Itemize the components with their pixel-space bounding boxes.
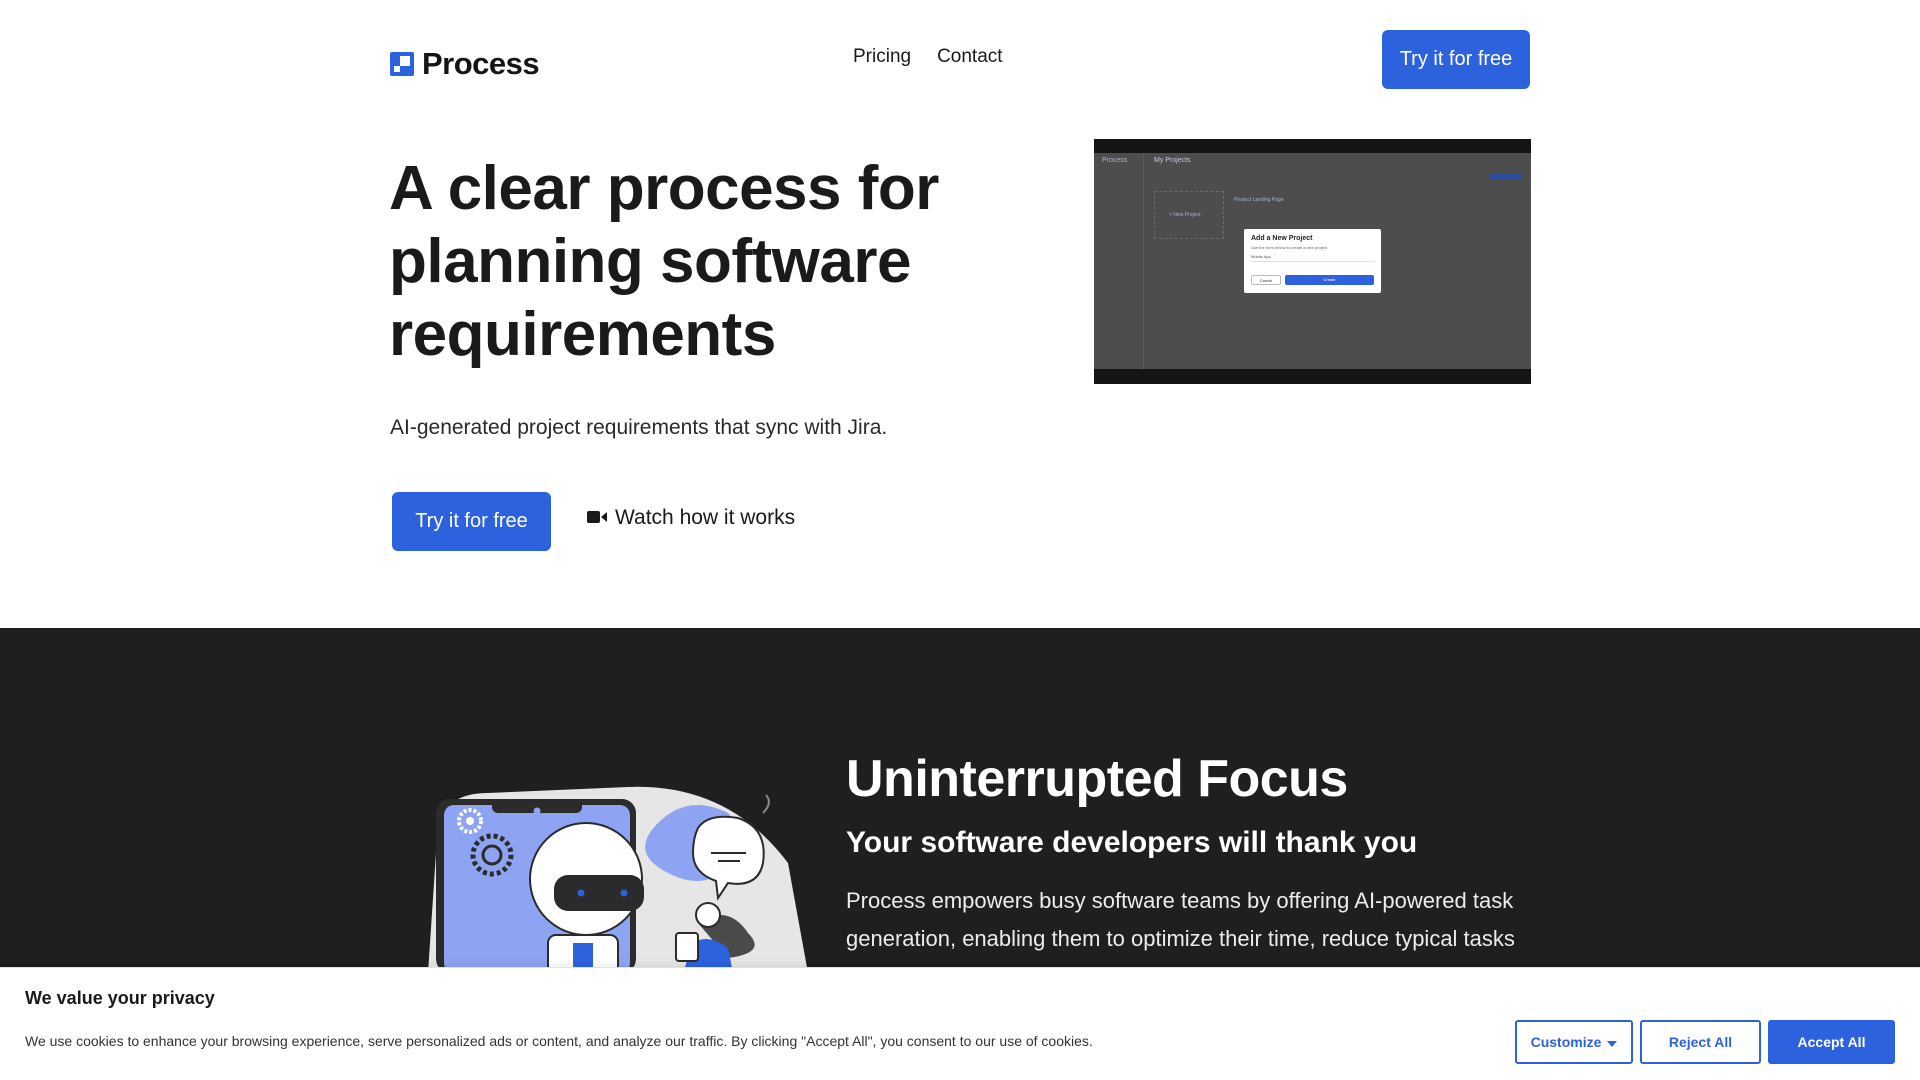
- video-modal: Add a New Project Use the form below to …: [1244, 229, 1381, 293]
- reject-all-button[interactable]: Reject All: [1640, 1020, 1761, 1064]
- accept-all-button[interactable]: Accept All: [1768, 1020, 1895, 1064]
- cookie-title: We value your privacy: [25, 988, 215, 1008]
- video-header-button: [1490, 173, 1522, 180]
- video-new-project-card: + New Project: [1154, 191, 1224, 239]
- watch-label: Watch how it works: [615, 506, 796, 529]
- robot-illustration: [428, 783, 808, 976]
- site-header: Process Pricing Contact Try it for free: [0, 0, 1920, 120]
- video-camera-icon: [587, 506, 607, 530]
- cookie-text: We use cookies to enhance your browsing …: [25, 1033, 1093, 1049]
- hero-title: A clear process for planning software re…: [389, 154, 939, 369]
- logo-icon: [390, 52, 414, 76]
- nav-link-contact[interactable]: Contact: [937, 46, 1002, 68]
- logo-text: Process: [422, 46, 540, 81]
- feature-subtitle: Your software developers will thank you: [846, 826, 1418, 859]
- header-try-free-button[interactable]: Try it for free: [1382, 30, 1530, 89]
- feature-title: Uninterrupted Focus: [846, 750, 1348, 808]
- video-frame: Process My Projects + New Project Produc…: [1094, 153, 1531, 369]
- hero-try-free-button[interactable]: Try it for free: [392, 492, 551, 551]
- customize-label: Customize: [1530, 1034, 1602, 1050]
- modal-cancel-button: Cancel: [1251, 275, 1281, 285]
- logo[interactable]: Process: [390, 46, 540, 82]
- cookie-banner: We value your privacy We use cookies to …: [0, 967, 1920, 1080]
- watch-video-link[interactable]: Watch how it works: [587, 506, 795, 530]
- video-app-name: Process: [1102, 157, 1128, 164]
- caret-down-icon: [1607, 1034, 1618, 1050]
- video-page-title: My Projects: [1154, 157, 1191, 164]
- customize-button[interactable]: Customize: [1515, 1020, 1633, 1064]
- feature-body: Process empowers busy software teams by …: [846, 888, 1515, 951]
- modal-input: Mobile App: [1251, 254, 1374, 262]
- main-nav: Pricing Contact: [853, 46, 1003, 68]
- video-project-title: Product Landing Page: [1234, 197, 1284, 203]
- modal-note: Use the form below to create a new proje…: [1251, 245, 1329, 250]
- modal-title: Add a New Project: [1251, 235, 1313, 242]
- demo-video[interactable]: Process My Projects + New Project Produc…: [1094, 139, 1531, 384]
- video-sidebar: [1094, 153, 1144, 369]
- nav-link-pricing[interactable]: Pricing: [853, 46, 911, 68]
- modal-create-button: Create: [1285, 275, 1374, 285]
- hero-subtitle: AI-generated project requirements that s…: [390, 416, 888, 439]
